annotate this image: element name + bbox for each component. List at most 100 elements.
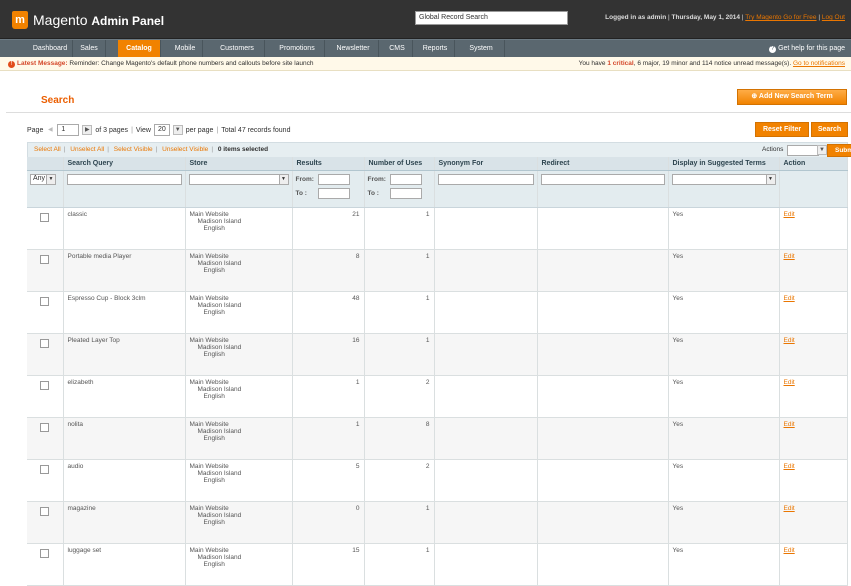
store-filter-select[interactable]: ▼ xyxy=(188,174,289,185)
synonym-cell xyxy=(434,249,538,292)
display-filter-select[interactable]: ▼ xyxy=(671,174,776,185)
col-action: Action xyxy=(779,157,848,171)
nav-reports[interactable]: Reports xyxy=(416,40,455,57)
uses-cell: 2 xyxy=(364,375,435,418)
edit-link[interactable]: Edit xyxy=(784,463,795,470)
search-query-filter-input[interactable] xyxy=(66,174,182,185)
nav-promotions[interactable]: Promotions xyxy=(270,40,325,57)
results-to-input[interactable] xyxy=(317,188,350,199)
display-suggested-cell: Yes xyxy=(668,501,780,544)
redirect-cell xyxy=(537,459,669,502)
store-cell: Main Website Madison Island English xyxy=(185,543,293,586)
nav-system[interactable]: System xyxy=(458,40,505,57)
per-page-select[interactable]: 20 xyxy=(153,124,170,136)
redirect-filter-input[interactable] xyxy=(540,174,665,185)
select-visible-link[interactable]: Select Visible xyxy=(114,146,153,153)
display-suggested-cell: Yes xyxy=(668,249,780,292)
search-button[interactable]: Search xyxy=(811,122,848,137)
reset-filter-button[interactable]: Reset Filter xyxy=(755,122,809,137)
table-row[interactable]: magazine Main Website Madison Island Englis… xyxy=(27,501,848,544)
col-search-query[interactable]: Search Query xyxy=(63,157,186,171)
unselect-all-link[interactable]: Unselect All xyxy=(70,146,104,153)
unselect-visible-link[interactable]: Unselect Visible xyxy=(162,146,208,153)
store-cell: Main Website Madison Island English xyxy=(185,501,293,544)
col-store[interactable]: Store xyxy=(185,157,293,171)
edit-link[interactable]: Edit xyxy=(784,379,795,386)
actions-dropdown-icon[interactable]: ▼ xyxy=(817,145,827,155)
edit-link[interactable]: Edit xyxy=(784,253,795,260)
synonym-cell xyxy=(434,417,538,460)
row-checkbox[interactable] xyxy=(40,339,50,348)
table-row[interactable]: Portable media Player Main Website Madison… xyxy=(27,249,848,292)
items-selected: 0 items selected xyxy=(217,146,269,153)
uses-cell: 1 xyxy=(364,249,435,292)
uses-to-input[interactable] xyxy=(389,188,422,199)
nav-sales[interactable]: Sales xyxy=(73,40,106,57)
edit-link[interactable]: Edit xyxy=(784,211,795,218)
massaction-filter-select[interactable]: Any ▼ xyxy=(30,174,56,185)
logo[interactable]: m Magento Admin Panel xyxy=(12,11,164,29)
table-row[interactable]: elizabeth Main Website Madison Island Engli… xyxy=(27,375,848,418)
results-cell: 1 xyxy=(292,375,365,418)
uses-cell: 8 xyxy=(364,417,435,460)
results-cell: 5 xyxy=(292,459,365,502)
row-checkbox[interactable] xyxy=(40,381,50,390)
add-new-search-term-button[interactable]: ⊕ Add New Search Term xyxy=(737,89,847,105)
divider xyxy=(6,112,851,113)
help-link[interactable]: ? Get help for this page xyxy=(769,40,845,57)
select-all-link[interactable]: Select All xyxy=(34,146,61,153)
page-number-input[interactable]: 1 xyxy=(57,124,80,136)
table-row[interactable]: classic Main Website Madison Island English… xyxy=(27,207,848,250)
display-suggested-cell: Yes xyxy=(668,291,780,334)
actions-select[interactable] xyxy=(787,145,819,156)
logout-link[interactable]: Log Out xyxy=(822,14,845,21)
main-nav: Dashboard Sales Catalog Mobile Customers… xyxy=(0,39,851,58)
results-cell: 15 xyxy=(292,543,365,586)
latest-message: ! Latest Message: Reminder: Change Magent… xyxy=(8,57,313,70)
row-checkbox[interactable] xyxy=(40,255,50,264)
synonym-filter-input[interactable] xyxy=(437,174,534,185)
edit-link[interactable]: Edit xyxy=(784,547,795,554)
row-checkbox[interactable] xyxy=(40,549,50,558)
col-display-suggested[interactable]: Display in Suggested Terms xyxy=(668,157,780,171)
results-from-input[interactable] xyxy=(317,174,350,185)
notifications-link[interactable]: Go to notifications xyxy=(793,60,845,67)
synonym-cell xyxy=(434,501,538,544)
row-checkbox[interactable] xyxy=(40,507,50,516)
edit-link[interactable]: Edit xyxy=(784,337,795,344)
table-row[interactable]: luggage set Main Website Madison Island Eng… xyxy=(27,543,848,586)
prev-page-icon[interactable]: ◀ xyxy=(46,126,54,134)
uses-from-input[interactable] xyxy=(389,174,422,185)
nav-catalog[interactable]: Catalog xyxy=(118,40,161,57)
submit-button[interactable]: Submit xyxy=(827,144,851,157)
table-row[interactable]: Pleated Layer Top Main Website Madison Isl… xyxy=(27,333,848,376)
try-magento-link[interactable]: Try Magento Go for Free xyxy=(745,14,816,21)
col-redirect[interactable]: Redirect xyxy=(537,157,669,171)
display-suggested-cell: Yes xyxy=(668,333,780,376)
next-page-icon[interactable]: ▶ xyxy=(82,125,93,135)
synonym-cell xyxy=(434,459,538,502)
edit-link[interactable]: Edit xyxy=(784,505,795,512)
display-suggested-cell: Yes xyxy=(668,375,780,418)
table-row[interactable]: Espresso Cup - Block 3clm Main Website Mad… xyxy=(27,291,848,334)
chevron-down-icon: ▼ xyxy=(46,175,55,184)
col-number-of-uses[interactable]: Number of Uses xyxy=(364,157,435,171)
nav-cms[interactable]: CMS xyxy=(382,40,413,57)
row-checkbox[interactable] xyxy=(40,423,50,432)
col-synonym-for[interactable]: Synonym For xyxy=(434,157,538,171)
results-cell: 48 xyxy=(292,291,365,334)
row-checkbox[interactable] xyxy=(40,297,50,306)
row-checkbox[interactable] xyxy=(40,465,50,474)
col-results[interactable]: Results xyxy=(292,157,365,171)
nav-dashboard[interactable]: Dashboard xyxy=(28,40,73,57)
nav-customers[interactable]: Customers xyxy=(210,40,265,57)
edit-link[interactable]: Edit xyxy=(784,421,795,428)
edit-link[interactable]: Edit xyxy=(784,295,795,302)
global-search-input[interactable]: Global Record Search xyxy=(415,11,568,25)
table-row[interactable]: nolita Main Website Madison Island English 1… xyxy=(27,417,848,460)
table-row[interactable]: audio Main Website Madison Island English 5 2… xyxy=(27,459,848,502)
nav-mobile[interactable]: Mobile xyxy=(168,40,203,57)
nav-newsletter[interactable]: Newsletter xyxy=(328,40,379,57)
per-page-dropdown-icon[interactable]: ▼ xyxy=(172,125,183,135)
row-checkbox[interactable] xyxy=(40,213,50,222)
